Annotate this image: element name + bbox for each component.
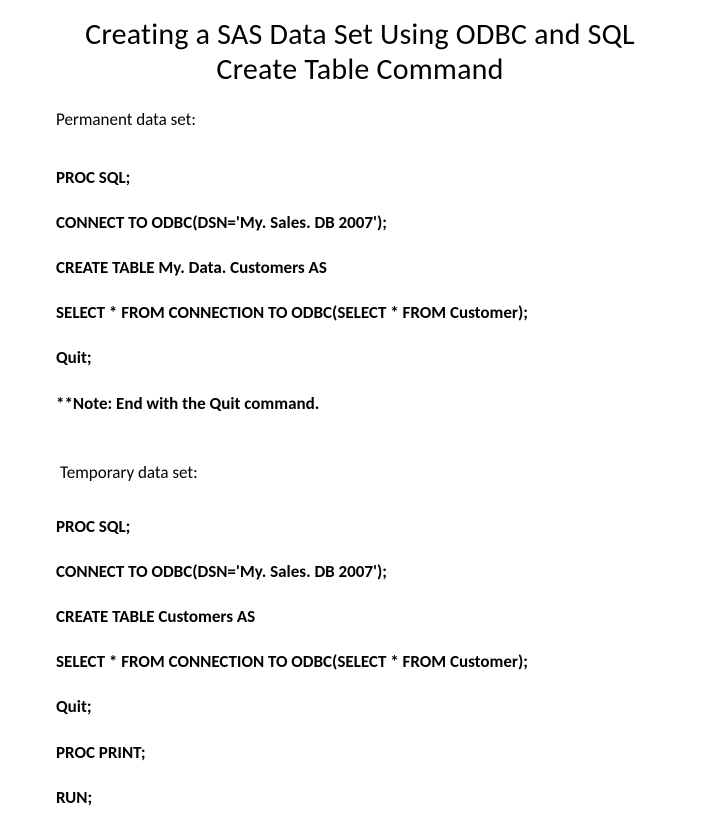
section1-code: PROC SQL; CONNECT TO ODBC(DSN='My. Sales… — [56, 144, 664, 438]
code-line: CREATE TABLE My. Data. Customers AS — [56, 257, 664, 280]
slide-title: Creating a SAS Data Set Using ODBC and S… — [56, 18, 664, 87]
code-line: PROC SQL; — [56, 167, 664, 190]
code-line: **Note: End with the Quit command. — [56, 393, 664, 416]
section2-label: Temporary data set: — [60, 462, 664, 483]
section1-label: Permanent data set: — [56, 109, 664, 130]
code-line: PROC PRINT; — [56, 742, 664, 765]
code-line: CONNECT TO ODBC(DSN='My. Sales. DB 2007'… — [56, 561, 664, 584]
code-line: Quit; — [56, 347, 664, 370]
slide: Creating a SAS Data Set Using ODBC and S… — [0, 0, 720, 540]
code-line: SELECT * FROM CONNECTION TO ODBC(SELECT … — [56, 651, 664, 674]
code-line: SELECT * FROM CONNECTION TO ODBC(SELECT … — [56, 302, 664, 325]
code-line: CREATE TABLE Customers AS — [56, 606, 664, 629]
code-line: Quit; — [56, 696, 664, 719]
code-line: PROC SQL; — [56, 516, 664, 539]
section2-code: PROC SQL; CONNECT TO ODBC(DSN='My. Sales… — [56, 493, 664, 832]
code-line: RUN; — [56, 787, 664, 810]
code-line: CONNECT TO ODBC(DSN='My. Sales. DB 2007'… — [56, 212, 664, 235]
